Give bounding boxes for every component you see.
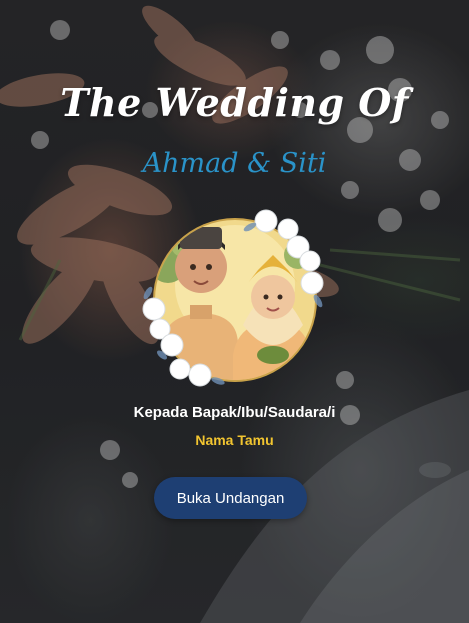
guest-name: Nama Tamu bbox=[195, 432, 274, 448]
couple-portrait-illustration bbox=[142, 209, 324, 387]
invitation-cover: The Wedding Of Ahmad & Siti Kepada Bapak… bbox=[0, 0, 469, 623]
cover-title: The Wedding Of bbox=[60, 80, 409, 125]
open-invitation-button[interactable]: Buka Undangan bbox=[154, 477, 307, 519]
guest-salutation: Kepada Bapak/Ibu/Saudara/i bbox=[133, 404, 336, 421]
couple-names: Ahmad & Siti bbox=[142, 148, 327, 179]
